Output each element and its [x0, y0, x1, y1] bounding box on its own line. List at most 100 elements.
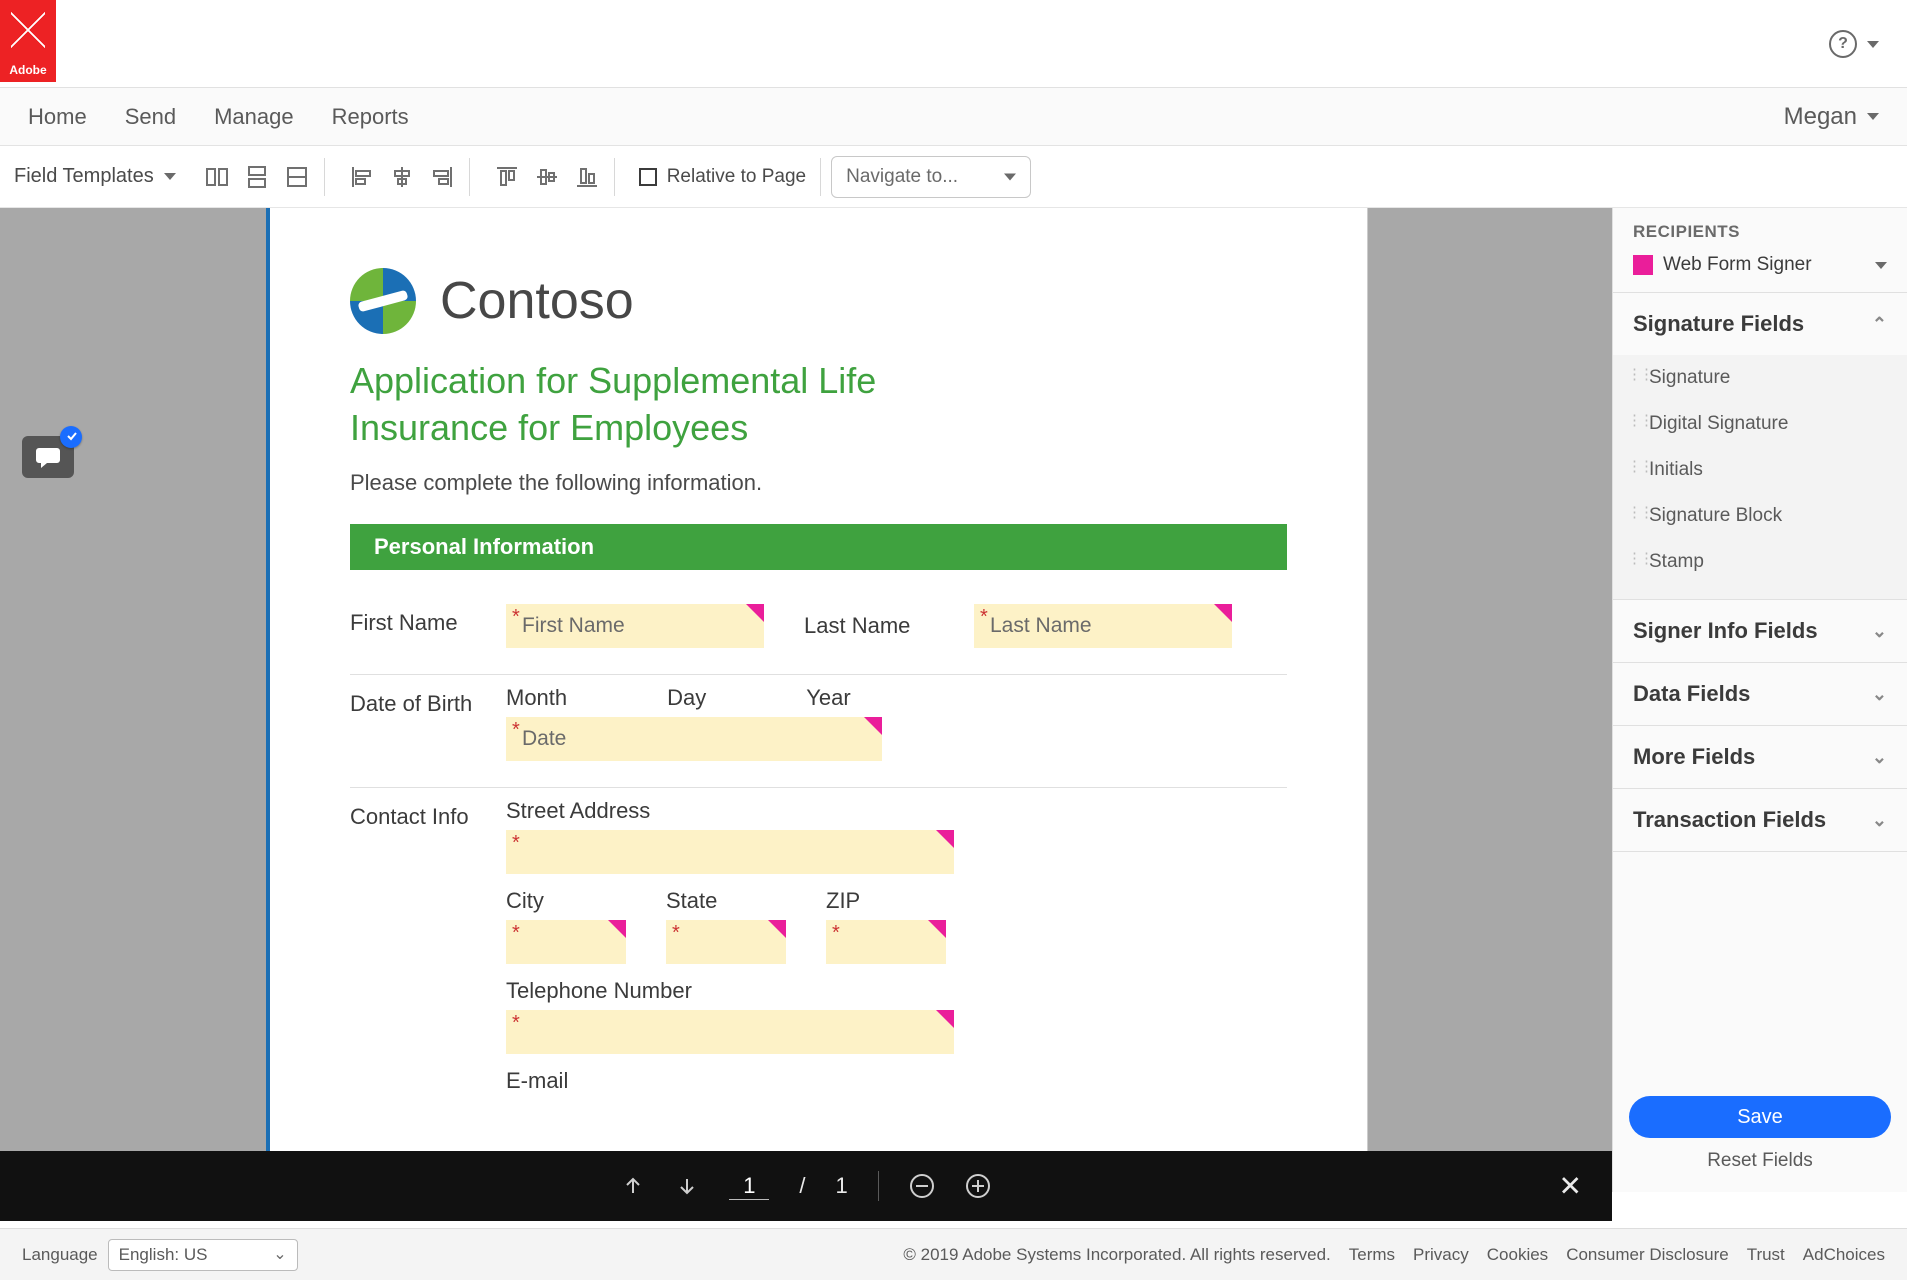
chevron-down-icon — [1872, 684, 1887, 705]
help-dropdown-caret-icon[interactable] — [1867, 41, 1879, 48]
navigate-to-label: Navigate to... — [846, 166, 958, 188]
recipient-color-swatch-icon — [1633, 255, 1653, 275]
footer-trust[interactable]: Trust — [1747, 1245, 1785, 1265]
section-label: Signature Fields — [1633, 311, 1804, 337]
field-placeholder: First Name — [522, 614, 625, 638]
label-city: City — [506, 888, 626, 914]
adobe-logo-text: Adobe — [9, 63, 46, 77]
relative-to-page-toggle[interactable]: Relative to Page — [639, 166, 806, 188]
align-bottom-icon[interactable] — [574, 164, 600, 190]
nav-manage[interactable]: Manage — [214, 104, 294, 130]
zoom-out-icon[interactable] — [909, 1173, 935, 1199]
document-title: Application for Supplemental Life Insura… — [350, 358, 1287, 452]
zoom-in-icon[interactable] — [965, 1173, 991, 1199]
close-bottom-bar-icon[interactable]: ✕ — [1559, 1170, 1582, 1203]
align-size-width-icon[interactable] — [204, 164, 230, 190]
user-menu[interactable]: Megan — [1784, 103, 1879, 131]
field-templates-label: Field Templates — [14, 165, 154, 188]
field-corner-icon — [928, 920, 946, 938]
reset-fields-link[interactable]: Reset Fields — [1707, 1150, 1813, 1172]
align-center-vert-icon[interactable] — [534, 164, 560, 190]
user-caret-icon — [1867, 113, 1879, 120]
recipients-header: RECIPIENTS — [1613, 208, 1907, 248]
relative-to-page-label: Relative to Page — [667, 166, 806, 188]
section-signer-info-fields[interactable]: Signer Info Fields — [1613, 600, 1907, 662]
footer-cookies[interactable]: Cookies — [1487, 1245, 1548, 1265]
field-templates-dropdown[interactable]: Field Templates — [12, 165, 180, 188]
section-label: Data Fields — [1633, 681, 1750, 707]
align-size-height-icon[interactable] — [244, 164, 270, 190]
page-up-icon[interactable] — [621, 1174, 645, 1198]
align-right-icon[interactable] — [429, 164, 455, 190]
field-city[interactable]: * — [506, 920, 626, 964]
page-number-input[interactable] — [729, 1173, 769, 1200]
document-canvas[interactable]: Contoso Application for Supplemental Lif… — [0, 208, 1612, 1192]
align-left-icon[interactable] — [349, 164, 375, 190]
chevron-up-icon — [1872, 314, 1887, 335]
field-first-name[interactable]: * First Name — [506, 604, 764, 648]
footer-adchoices[interactable]: AdChoices — [1803, 1245, 1885, 1265]
field-corner-icon — [864, 717, 882, 735]
recipient-dropdown[interactable]: Web Form Signer — [1613, 248, 1907, 293]
label-dob: Date of Birth — [350, 685, 506, 717]
language-select[interactable]: English: US — [108, 1239, 298, 1271]
label-state: State — [666, 888, 786, 914]
section-label: More Fields — [1633, 744, 1755, 770]
label-last-name: Last Name — [804, 613, 934, 639]
nav-home[interactable]: Home — [28, 104, 87, 130]
language-label: Language — [22, 1245, 98, 1265]
nav-reports[interactable]: Reports — [332, 104, 409, 130]
section-label: Signer Info Fields — [1633, 618, 1818, 644]
footer-terms[interactable]: Terms — [1349, 1245, 1395, 1265]
separator — [878, 1171, 879, 1201]
section-header-personal: Personal Information — [350, 524, 1287, 570]
help-icon[interactable]: ? — [1829, 30, 1857, 58]
page-down-icon[interactable] — [675, 1174, 699, 1198]
label-street: Street Address — [506, 798, 1287, 824]
total-pages: 1 — [835, 1173, 847, 1199]
section-transaction-fields[interactable]: Transaction Fields — [1613, 789, 1907, 851]
label-month: Month — [506, 685, 567, 711]
label-contact-info: Contact Info — [350, 798, 506, 830]
align-center-horiz-icon[interactable] — [389, 164, 415, 190]
required-asterisk-icon: * — [672, 922, 680, 945]
field-placeholder: Last Name — [990, 614, 1092, 638]
field-corner-icon — [768, 920, 786, 938]
navigate-to-dropdown[interactable]: Navigate to... — [831, 156, 1031, 198]
field-street[interactable]: * — [506, 830, 954, 874]
field-last-name[interactable]: * Last Name — [974, 604, 1232, 648]
field-state[interactable]: * — [666, 920, 786, 964]
nav-send[interactable]: Send — [125, 104, 176, 130]
field-templates-caret-icon — [164, 173, 176, 180]
field-signature-block[interactable]: Signature Block — [1613, 493, 1907, 539]
section-signature-fields[interactable]: Signature Fields — [1613, 293, 1907, 355]
align-size-both-icon[interactable] — [284, 164, 310, 190]
section-more-fields[interactable]: More Fields — [1613, 726, 1907, 788]
label-first-name: First Name — [350, 604, 506, 636]
field-corner-icon — [936, 830, 954, 848]
label-day: Day — [667, 685, 706, 711]
save-button[interactable]: Save — [1629, 1096, 1891, 1138]
footer-privacy[interactable]: Privacy — [1413, 1245, 1469, 1265]
company-name: Contoso — [440, 271, 634, 331]
field-telephone[interactable]: * — [506, 1010, 954, 1054]
field-zip[interactable]: * — [826, 920, 946, 964]
comment-tool-badge[interactable] — [22, 436, 74, 478]
recipient-name: Web Form Signer — [1663, 254, 1812, 276]
footer-consumer-disclosure[interactable]: Consumer Disclosure — [1566, 1245, 1729, 1265]
required-asterisk-icon: * — [512, 922, 520, 945]
checkbox-icon — [639, 168, 657, 186]
align-top-icon[interactable] — [494, 164, 520, 190]
document-subtitle: Please complete the following informatio… — [350, 470, 1287, 496]
field-initials[interactable]: Initials — [1613, 447, 1907, 493]
required-asterisk-icon: * — [512, 832, 520, 855]
required-asterisk-icon: * — [512, 719, 520, 742]
required-asterisk-icon: * — [512, 606, 520, 629]
field-date[interactable]: * Date — [506, 717, 882, 761]
language-value: English: US — [119, 1245, 208, 1265]
field-signature[interactable]: Signature — [1613, 355, 1907, 401]
section-data-fields[interactable]: Data Fields — [1613, 663, 1907, 725]
field-stamp[interactable]: Stamp — [1613, 539, 1907, 585]
field-digital-signature[interactable]: Digital Signature — [1613, 401, 1907, 447]
adobe-logo[interactable]: Adobe — [0, 0, 56, 82]
